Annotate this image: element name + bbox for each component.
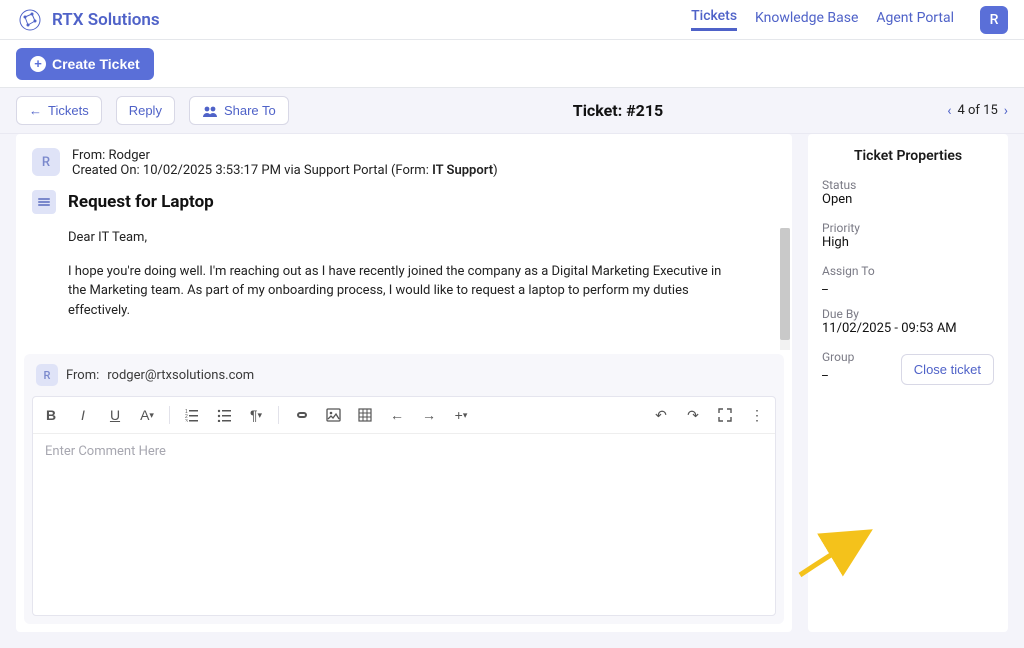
work-area: R From: Rodger Created On: 10/02/2025 3:… <box>0 134 1024 648</box>
image-button[interactable] <box>319 401 347 429</box>
undo-button[interactable]: ↶ <box>647 401 675 429</box>
underline-button[interactable]: U <box>101 401 129 429</box>
composer-avatar: R <box>36 364 58 386</box>
bullet-list-button[interactable] <box>210 401 238 429</box>
text-color-button[interactable]: A▾ <box>133 401 161 429</box>
body-paragraph: Dear IT Team, <box>68 228 740 248</box>
brand-name: RTX Solutions <box>52 10 160 30</box>
create-ticket-button[interactable]: + Create Ticket <box>16 48 154 80</box>
separator <box>169 406 170 424</box>
from-name: Rodger <box>109 148 150 163</box>
table-button[interactable] <box>351 401 379 429</box>
insert-button[interactable]: +▾ <box>447 401 475 429</box>
message-icon <box>32 190 56 214</box>
pager-prev[interactable]: ‹ <box>947 103 951 119</box>
brand-logo <box>16 6 44 34</box>
main-panel: R From: Rodger Created On: 10/02/2025 3:… <box>16 134 792 632</box>
priority-value: High <box>822 235 994 250</box>
due-value: 11/02/2025 - 09:53 AM <box>822 321 994 336</box>
share-button[interactable]: Share To <box>189 96 289 125</box>
bold-button[interactable]: B <box>37 401 65 429</box>
created-line: Created On: 10/02/2025 3:53:17 PM via Su… <box>72 163 498 178</box>
reply-button[interactable]: Reply <box>116 96 175 125</box>
created-suffix: ) <box>493 163 498 178</box>
status-value: Open <box>822 192 994 207</box>
from-line: From: Rodger <box>72 148 498 163</box>
top-nav: Tickets Knowledge Base Agent Portal R <box>691 6 1008 34</box>
composer-from-prefix: From: <box>66 368 99 383</box>
ticket-title: Ticket: #215 <box>303 101 934 120</box>
composer-from-row: R From: rodger@rtxsolutions.com <box>24 354 784 396</box>
back-tickets-label: Tickets <box>48 103 89 118</box>
nav-tickets[interactable]: Tickets <box>691 8 737 31</box>
create-ticket-label: Create Ticket <box>52 56 140 72</box>
subject: Request for Laptop <box>68 192 214 212</box>
status-label: Status <box>822 178 994 192</box>
scrollbar[interactable] <box>780 228 790 350</box>
italic-button[interactable]: I <box>69 401 97 429</box>
user-avatar[interactable]: R <box>980 6 1008 34</box>
assign-value: _ <box>822 278 994 293</box>
outdent-button[interactable]: ← <box>383 401 411 429</box>
separator <box>278 406 279 424</box>
editor-textarea[interactable]: Enter Comment Here <box>33 434 775 615</box>
share-label: Share To <box>224 103 276 118</box>
ticket-properties-panel: Ticket Properties Status Open Priority H… <box>808 134 1008 632</box>
form-name: IT Support <box>432 163 493 178</box>
composer: R From: rodger@rtxsolutions.com B I U A▾… <box>24 354 784 624</box>
fullscreen-button[interactable] <box>711 401 739 429</box>
editor-toolbar: B I U A▾ 123 ¶▾ ← → +▾ ↶ <box>33 397 775 434</box>
nav-knowledge-base[interactable]: Knowledge Base <box>755 10 858 30</box>
message-meta: From: Rodger Created On: 10/02/2025 3:53… <box>72 148 498 178</box>
link-button[interactable] <box>287 401 315 429</box>
arrow-left-icon: ← <box>29 103 42 118</box>
priority-label: Priority <box>822 221 994 235</box>
created-prefix: Created On: <box>72 163 143 178</box>
plus-icon: + <box>30 56 46 72</box>
topbar: RTX Solutions Tickets Knowledge Base Age… <box>0 0 1024 40</box>
editor: B I U A▾ 123 ¶▾ ← → +▾ ↶ <box>32 396 776 616</box>
message-header: R From: Rodger Created On: 10/02/2025 3:… <box>16 134 792 182</box>
paragraph-button[interactable]: ¶▾ <box>242 401 270 429</box>
people-icon <box>202 105 218 117</box>
message-body: Dear IT Team, I hope you're doing well. … <box>16 228 792 354</box>
properties-title: Ticket Properties <box>822 148 994 164</box>
svg-text:3: 3 <box>185 419 188 422</box>
indent-button[interactable]: → <box>415 401 443 429</box>
nav-agent-portal[interactable]: Agent Portal <box>876 10 954 30</box>
subject-row: Request for Laptop <box>16 182 792 228</box>
redo-button[interactable]: ↷ <box>679 401 707 429</box>
numbered-list-button[interactable]: 123 <box>178 401 206 429</box>
close-ticket-button[interactable]: Close ticket <box>901 354 994 385</box>
from-prefix: From: <box>72 148 109 163</box>
back-tickets-button[interactable]: ← Tickets <box>16 96 102 125</box>
more-button[interactable]: ⋮ <box>743 401 771 429</box>
create-bar: + Create Ticket <box>0 40 1024 88</box>
reply-label: Reply <box>129 103 162 118</box>
ticket-toolbar: ← Tickets Reply Share To Ticket: #215 ‹ … <box>0 88 1024 134</box>
pager: ‹ 4 of 15 › <box>947 103 1008 119</box>
assign-label: Assign To <box>822 264 994 278</box>
sender-avatar: R <box>32 148 60 176</box>
due-label: Due By <box>822 307 994 321</box>
body-paragraph: I hope you're doing well. I'm reaching o… <box>68 262 740 321</box>
pager-next[interactable]: › <box>1004 103 1008 119</box>
pager-text: 4 of 15 <box>957 103 997 118</box>
created-value: 10/02/2025 3:53:17 PM via Support Portal… <box>143 163 432 178</box>
composer-from-email: rodger@rtxsolutions.com <box>107 368 254 383</box>
